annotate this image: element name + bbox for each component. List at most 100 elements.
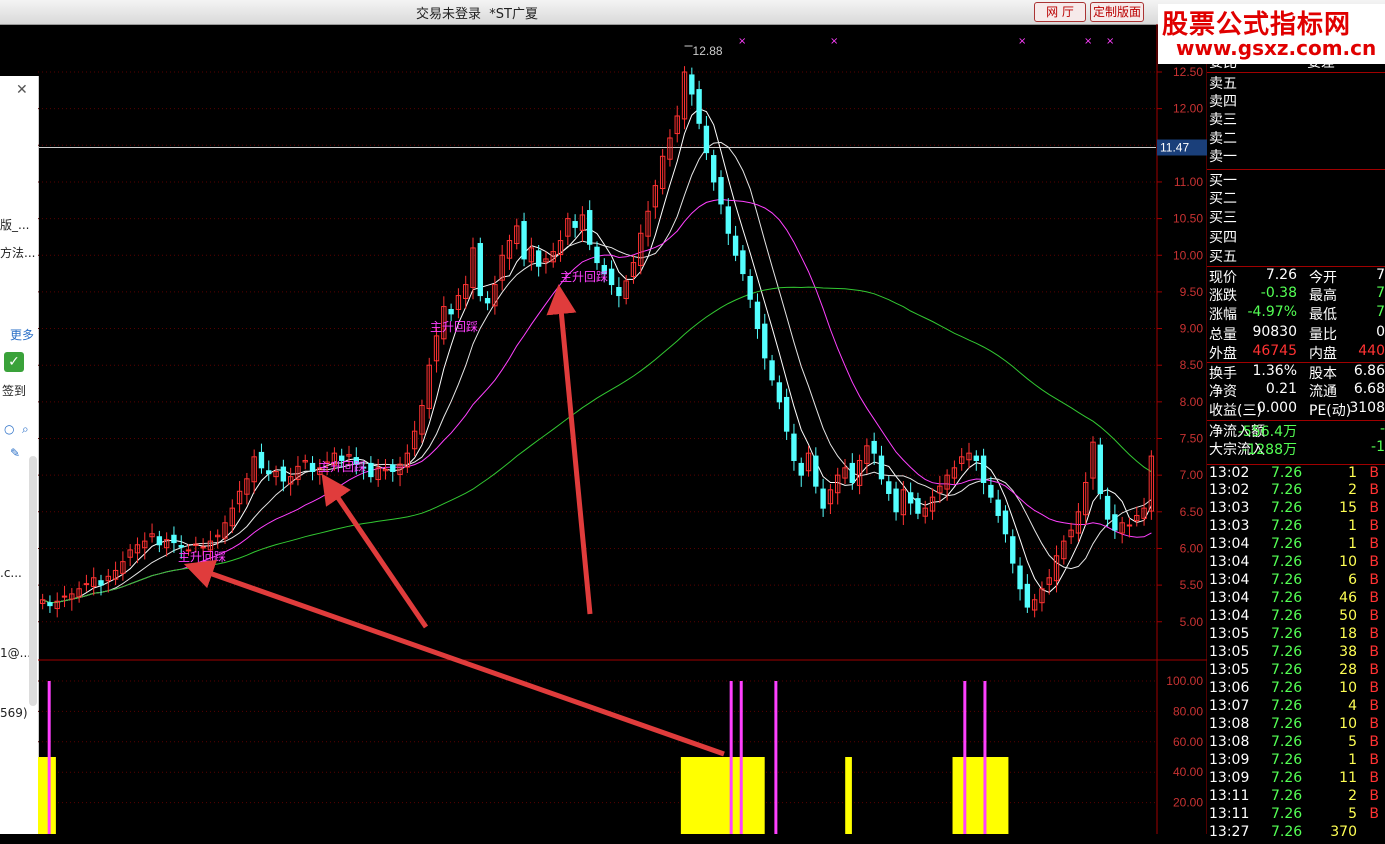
quote-stat-row: 涨跌 -0.38 最高 7 xyxy=(1207,285,1385,305)
indicator-bars xyxy=(38,681,1009,834)
indicator-tick-label: 100.00 xyxy=(1166,674,1203,688)
bid-label: 买三 xyxy=(1209,210,1237,227)
stat-value: 7.26 xyxy=(1265,267,1297,283)
stat-value: -556.4万 xyxy=(1237,423,1297,440)
candle-body xyxy=(995,499,1001,516)
bid-row: 买一 xyxy=(1207,169,1385,190)
stat-value: - xyxy=(1379,420,1385,437)
watermark-url: www.gsxz.com.cn xyxy=(1176,36,1377,60)
price-tick-label: 9.00 xyxy=(1180,322,1204,336)
tick-price: 7.26 xyxy=(1271,752,1303,768)
side-panel: ✕ 版_... 方法... 更多 ✓ 签到 ○ ⌕ ✎ .c... 1@... … xyxy=(0,76,39,834)
price-tick-label: 7.50 xyxy=(1180,432,1204,446)
stat-label: 外盘 xyxy=(1209,345,1237,362)
tick-volume: 38 xyxy=(1339,644,1357,660)
kline-chart[interactable]: 12.5012.0011.5011.0010.5010.009.509.008.… xyxy=(38,24,1207,834)
current-price-label: 11.47 xyxy=(1160,140,1189,154)
trade-tick-row: 13:03 7.26 15 B xyxy=(1207,500,1385,520)
tick-volume: 10 xyxy=(1339,716,1357,732)
candle-body xyxy=(587,210,593,245)
custom-layout-button[interactable]: 定制版面 xyxy=(1090,2,1144,22)
candle-body xyxy=(871,440,877,454)
tick-volume: 11 xyxy=(1339,770,1357,786)
tick-side: B xyxy=(1369,554,1379,570)
price-tick-label: 6.50 xyxy=(1180,505,1204,519)
quote-stat-row: 总量 90830 量比 0 xyxy=(1207,324,1385,344)
stat-label: 最高 xyxy=(1309,288,1337,305)
stat-value: 6.68 xyxy=(1353,381,1385,398)
stat-value: 7 xyxy=(1376,304,1385,321)
stat-value: 6.86 xyxy=(1353,363,1385,379)
top-signal-mark: × xyxy=(738,36,746,47)
bid-label: 买五 xyxy=(1209,248,1237,265)
indicator-tick-label: 60.00 xyxy=(1173,735,1203,749)
sidebar-item[interactable]: .c... xyxy=(0,566,22,580)
tick-volume: 2 xyxy=(1348,788,1357,804)
price-tick-label: 10.00 xyxy=(1173,248,1203,262)
top-signal-mark: × xyxy=(830,36,838,47)
sidebar-item[interactable]: 569) xyxy=(0,706,28,720)
close-icon[interactable]: ✕ xyxy=(16,82,28,98)
candle-body xyxy=(703,125,710,154)
edit-icon[interactable]: ✎ xyxy=(10,446,20,460)
tick-price: 7.26 xyxy=(1271,554,1303,570)
candle-body xyxy=(776,382,783,403)
sidebar-scrollbar[interactable] xyxy=(29,456,37,706)
tick-time: 13:03 xyxy=(1209,518,1250,534)
tick-time: 13:04 xyxy=(1209,608,1250,624)
tick-time: 13:08 xyxy=(1209,716,1250,732)
tick-volume: 1 xyxy=(1348,536,1357,552)
price-tick-label: 9.50 xyxy=(1180,285,1204,299)
tick-volume: 50 xyxy=(1339,608,1357,624)
tick-side: B xyxy=(1369,734,1379,750)
price-axis: 12.5012.0011.5011.0010.5010.009.509.008.… xyxy=(1157,65,1207,810)
tick-price: 7.26 xyxy=(1271,465,1303,481)
tick-time: 13:05 xyxy=(1209,644,1250,660)
window-title: 交易未登录 *ST广夏 xyxy=(416,7,538,22)
trade-tick-row: 13:11 7.26 5 B xyxy=(1207,806,1385,826)
tick-volume: 5 xyxy=(1348,806,1357,822)
quote-stat-row: 涨幅 -4.97% 最低 7 xyxy=(1207,304,1385,324)
trade-tick-row: 13:03 7.26 1 B xyxy=(1207,518,1385,538)
signal-bar xyxy=(38,757,56,834)
stat-label: 量比 xyxy=(1309,326,1337,343)
tick-side: B xyxy=(1369,770,1379,786)
bid-row: 买五 xyxy=(1207,246,1385,266)
tick-side: B xyxy=(1369,698,1379,714)
tick-side: B xyxy=(1369,716,1379,732)
sidebar-item[interactable]: 版_... xyxy=(0,216,29,233)
bid-row: 买四 xyxy=(1207,227,1385,247)
price-tick-label: 11.00 xyxy=(1174,175,1203,189)
checkin-label[interactable]: 签到 xyxy=(2,382,26,399)
ma-line-ma10 xyxy=(42,141,1152,604)
candle-body xyxy=(390,464,396,472)
search-icon[interactable]: ⌕ xyxy=(22,422,29,437)
sidebar-item[interactable]: 方法... xyxy=(0,244,35,261)
tick-volume: 10 xyxy=(1339,680,1357,696)
more-link[interactable]: 更多 xyxy=(10,326,34,343)
candle-body xyxy=(616,287,622,297)
tick-time: 13:11 xyxy=(1209,788,1250,804)
candle-body xyxy=(98,580,104,586)
checkin-icon[interactable]: ✓ xyxy=(4,352,24,372)
quote-stat-row: 外盘 46745 内盘 440 xyxy=(1207,343,1385,363)
sidebar-item[interactable]: 1@... xyxy=(0,646,31,660)
candle-body xyxy=(740,250,746,275)
tick-volume: 370 xyxy=(1330,824,1357,840)
top-signal-mark: × xyxy=(1084,36,1092,47)
trade-tick-row: 13:02 7.26 2 B xyxy=(1207,482,1385,502)
signal-bar xyxy=(680,757,765,834)
price-tick-label: 5.00 xyxy=(1180,615,1204,629)
candle-body xyxy=(258,451,265,469)
stat-label: 股本 xyxy=(1309,366,1337,382)
quote-stat-row: 净资 0.21 流通 6.68 xyxy=(1207,381,1385,401)
tick-side: B xyxy=(1369,608,1379,624)
chat-icon[interactable]: ○ xyxy=(4,422,14,436)
candle-body xyxy=(754,301,761,330)
hall-button[interactable]: 网 厅 xyxy=(1034,2,1086,22)
trade-tick-row: 13:04 7.26 6 B xyxy=(1207,572,1385,592)
stat-value: -1288万 xyxy=(1242,441,1297,458)
tick-volume: 1 xyxy=(1348,518,1357,534)
red-arrow xyxy=(321,473,429,629)
tick-price: 7.26 xyxy=(1271,770,1303,786)
